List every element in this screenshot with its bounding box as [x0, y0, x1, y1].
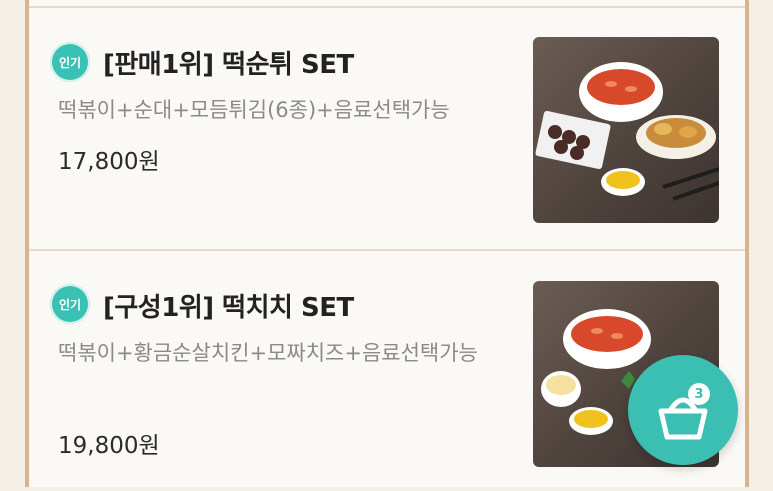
cart-count-badge: 3	[688, 383, 710, 405]
popular-badge: 인기	[50, 284, 90, 324]
menu-item-description: 떡볶이+순대+모듬튀김(6종)+음료선택가능	[58, 98, 450, 122]
menu-item-description: 떡볶이+황금순살치킨+모짜치즈+음료선택가능	[58, 341, 478, 365]
food-photo-illustration	[535, 62, 719, 201]
basket-icon	[658, 397, 708, 440]
right-frame	[745, 0, 749, 487]
popular-badge: 인기	[50, 42, 90, 82]
menu-item-title: [구성1위] 떡치치 SET	[103, 293, 354, 323]
menu-item-price: 19,800원	[58, 433, 160, 459]
menu-item-price: 17,800원	[58, 149, 160, 175]
menu-item[interactable]: 인기 [판매1위] 떡순튀 SET 떡볶이+순대+모듬튀김(6종)+음료선택가능…	[29, 8, 745, 248]
menu-item-title: [판매1위] 떡순튀 SET	[103, 50, 354, 80]
cart-button[interactable]: 3	[628, 355, 738, 465]
menu-item-photo	[533, 37, 719, 223]
